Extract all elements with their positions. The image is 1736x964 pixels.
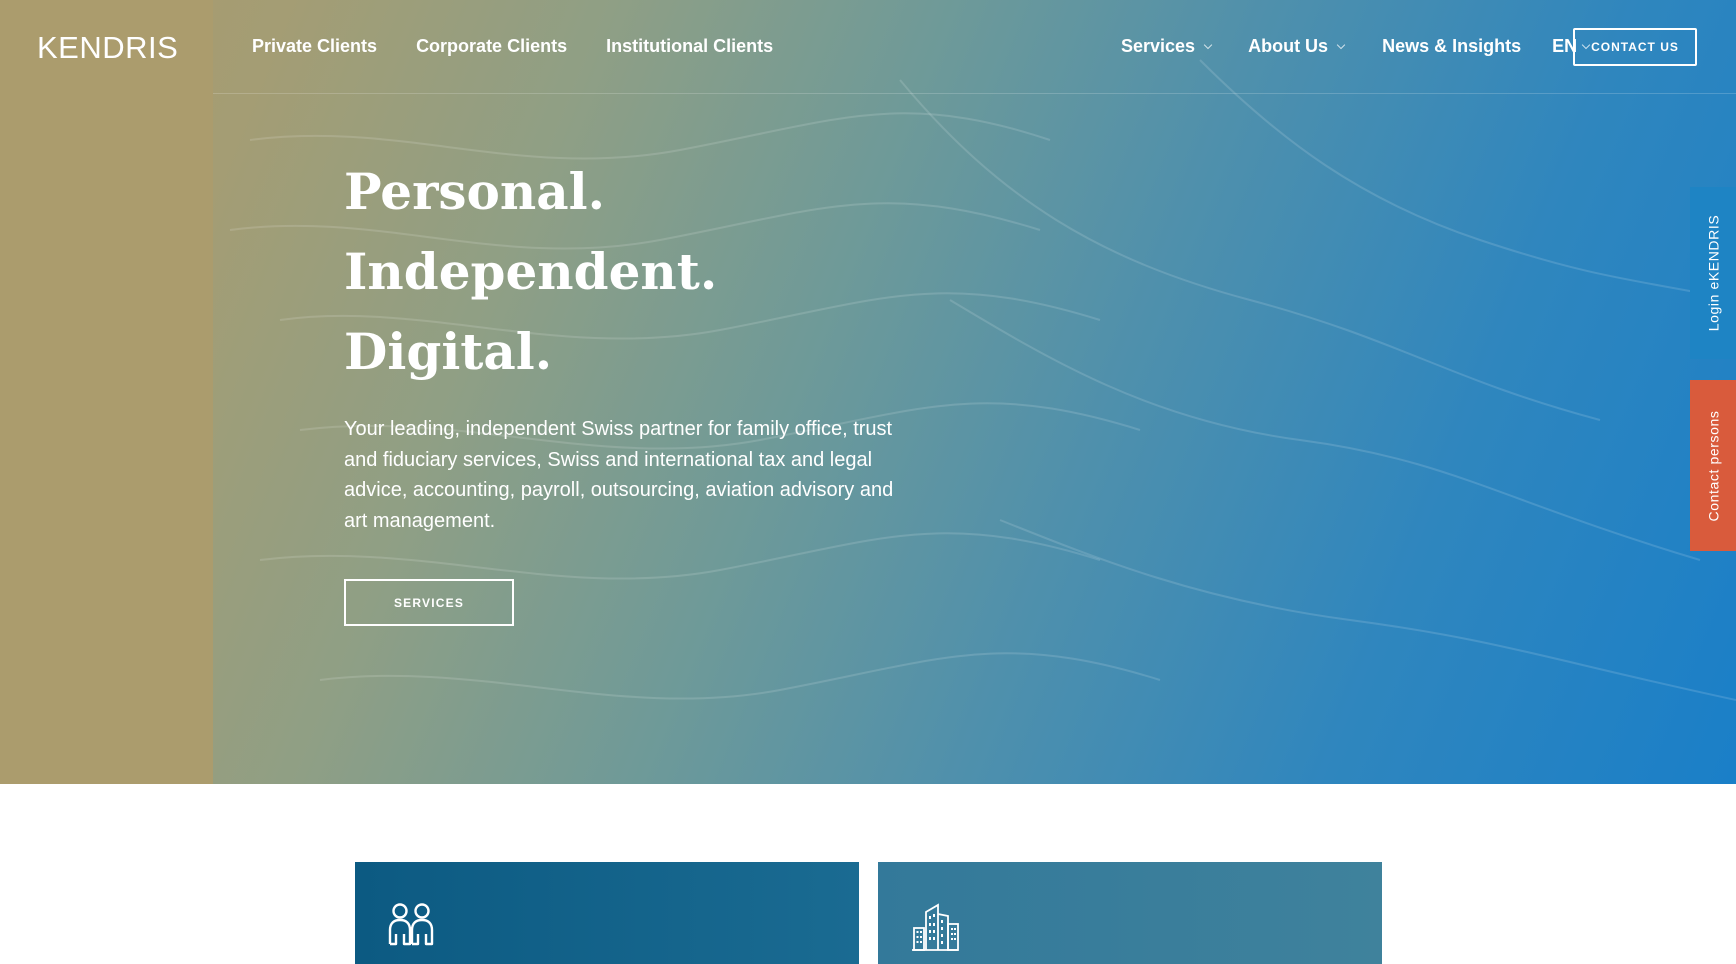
kendris-logo[interactable]: KENDRIS [37,30,178,66]
services-button[interactable]: SERVICES [344,579,514,626]
hero-description: Your leading, independent Swiss partner … [344,418,894,532]
contact-persons-tab[interactable]: Contact persons [1690,380,1736,551]
nav-services-label[interactable]: Services [1121,36,1195,57]
headline-line-digital: Digital. [344,322,553,381]
login-ekendris-label: Login eKENDRIS [1705,214,1722,332]
contact-persons-label: Contact persons [1705,410,1722,521]
primary-nav: Private Clients Corporate Clients Instit… [252,36,773,57]
private-clients-card[interactable] [355,862,859,964]
headline-line-independent: Independent. [344,242,718,301]
nav-about-us-label[interactable]: About Us [1248,36,1328,57]
secondary-nav: Services About Us News & Insights EN [1121,36,1591,57]
chevron-down-icon [1203,40,1213,49]
nav-corporate-clients[interactable]: Corporate Clients [416,36,567,57]
nav-services[interactable]: Services [1121,36,1213,57]
water-ripple-texture [229,59,1736,701]
hero-section [0,0,1736,784]
headline-line-personal: Personal. [344,162,606,221]
contact-us-button[interactable]: CONTACT US [1573,28,1697,66]
login-ekendris-tab[interactable]: Login eKENDRIS [1690,187,1736,359]
left-gold-panel [0,0,213,784]
hero-headline: Personal. Independent. Digital. [344,152,717,392]
corporate-clients-card[interactable] [878,862,1382,964]
nav-news-insights-label[interactable]: News & Insights [1382,36,1521,57]
nav-news-insights[interactable]: News & Insights [1382,36,1521,57]
nav-institutional-clients[interactable]: Institutional Clients [606,36,773,57]
nav-about-us[interactable]: About Us [1248,36,1346,57]
people-icon [388,903,434,946]
nav-divider [213,93,1736,94]
nav-private-clients[interactable]: Private Clients [252,36,377,57]
chevron-down-icon [1336,40,1346,49]
office-building-icon [912,903,959,951]
